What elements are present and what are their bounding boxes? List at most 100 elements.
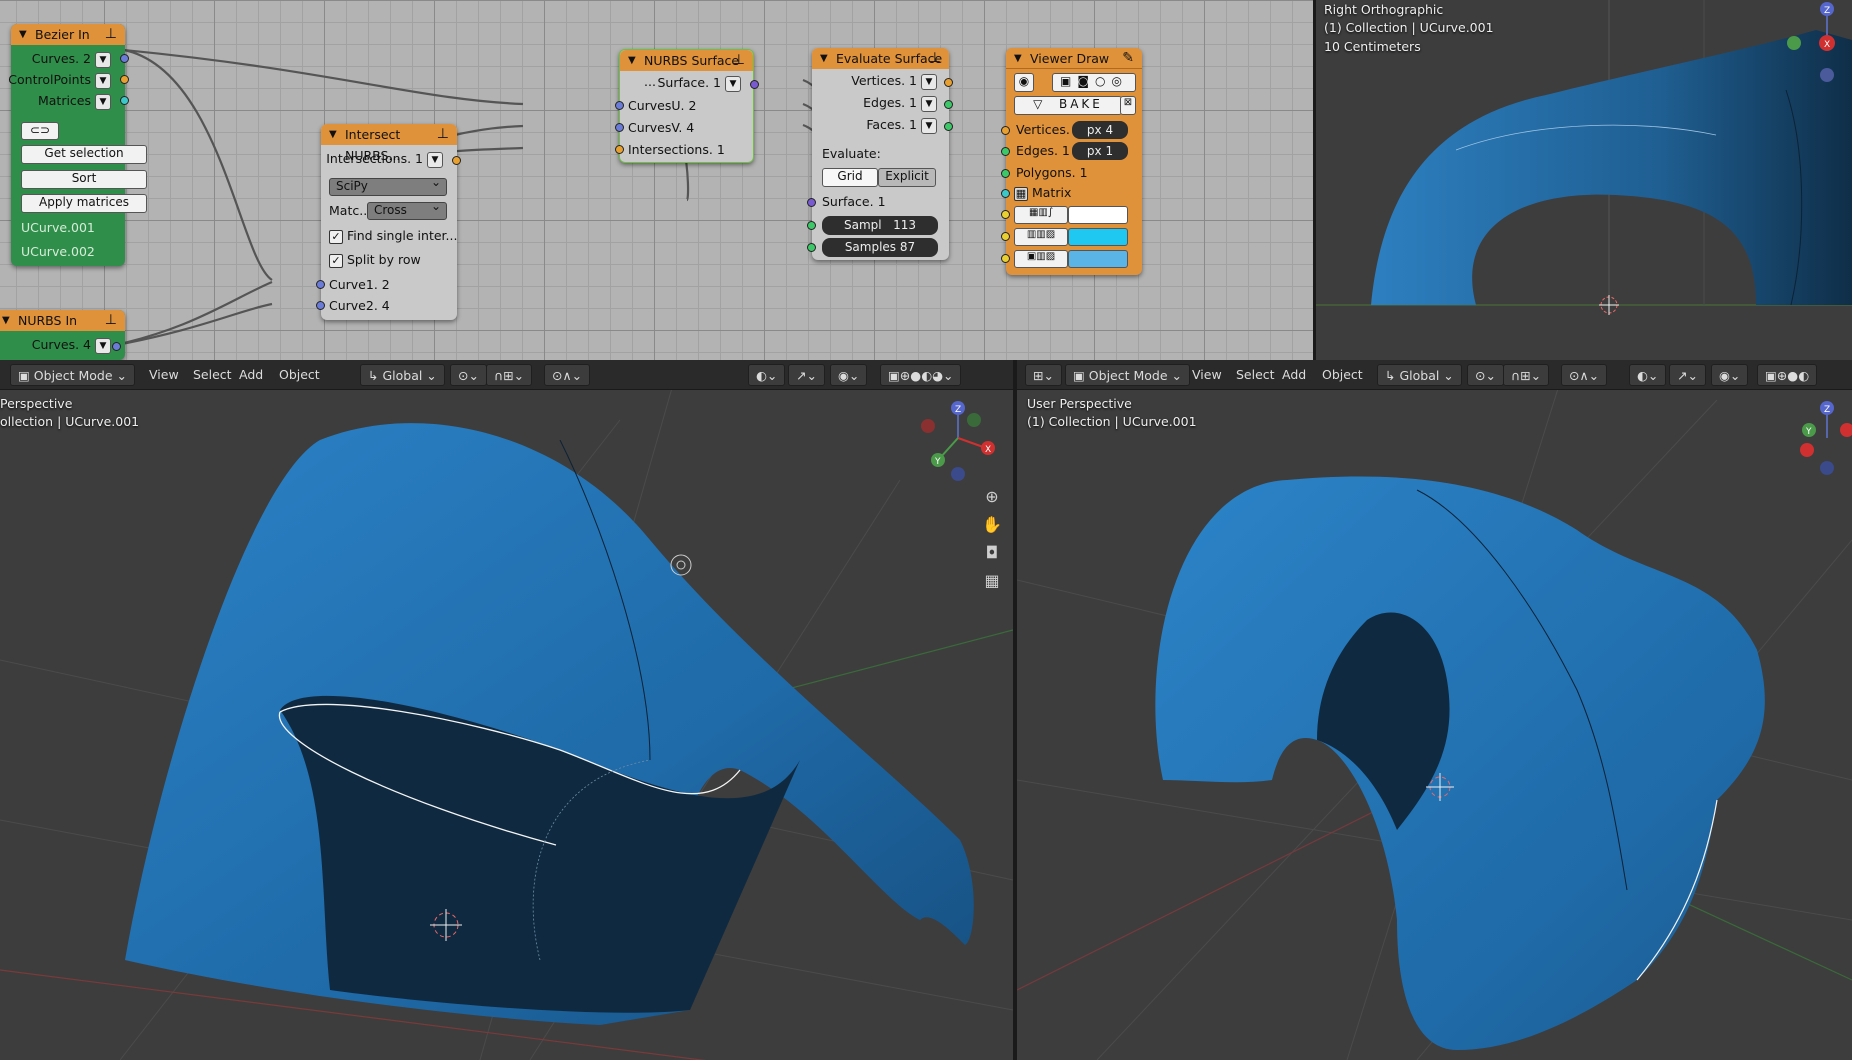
socket[interactable] [807,221,816,230]
pan-hand-icon[interactable]: ✋ [981,515,1003,534]
bake-button[interactable]: ▽ BAKE [1014,96,1122,115]
dropdown-icon[interactable]: ▼ [427,151,443,168]
viewport-right-orthographic[interactable]: Z X Right Orthographic (1) Collection | … [1316,0,1852,360]
pin-icon[interactable]: ⊥ [437,124,449,145]
collapse-arrow-icon[interactable]: ▼ [2,310,10,331]
viewport-user-perspective[interactable]: Z Y ⊞⌄ ▣ Object Mode ⌄ View Select Add O… [1017,360,1852,1060]
snap-icon[interactable]: ∩⊞⌄ [1503,364,1550,386]
display-mode-icons[interactable]: ▣◙○◎ [1052,73,1136,92]
grid-mode-button[interactable]: Grid [822,168,878,187]
intersect-nurbs-node[interactable]: ▼ Intersect NURBS... ⊥ Intersections. 1 ▼ … [316,124,461,320]
menu-add[interactable]: Add [232,364,270,386]
proportional-edit-icon[interactable]: ⊙∧⌄ [544,364,591,386]
socket[interactable] [1001,147,1010,156]
sampl-slider[interactable]: Sampl 113 [822,216,938,235]
get-selection-button[interactable]: Get selection [21,145,147,164]
object-mode-select[interactable]: ▣ Object Mode ⌄ [1065,364,1190,386]
pivot-icon[interactable]: ⊙⌄ [450,364,487,386]
zoom-icon[interactable]: ⊕ [981,487,1003,506]
pivot-icon[interactable]: ⊙⌄ [1467,364,1504,386]
viewport-perspective[interactable]: Z X Y ▣ Object Mode ⌄ View Select Add Ob… [0,360,1013,1060]
socket[interactable] [1001,210,1010,219]
mode-toggle-icon[interactable]: ⊂⊃ [21,122,59,140]
node-header[interactable]: ▼ NURBS In ⊥ [0,310,125,331]
split-by-row-checkbox[interactable]: ✓ Split by row [329,252,421,268]
socket[interactable] [1001,189,1010,198]
socket[interactable] [944,78,953,87]
socket[interactable] [112,342,121,351]
socket[interactable] [1001,254,1010,263]
bezier-in-node[interactable]: ▼ Bezier In ⊥ Curves. 2 ▼ ControlPoints ▼ … [8,24,147,266]
nurbs-surface-node[interactable]: ▼ NURBS Surface ... ⊥ Surface. 1 ▼ CurvesU… [615,49,759,163]
apply-matrices-button[interactable]: Apply matrices [21,194,147,213]
pin-icon[interactable]: ⊥ [733,50,745,71]
socket[interactable] [316,280,325,289]
dropdown-icon[interactable]: ▼ [95,337,111,354]
implementation-select[interactable]: SciPy [329,175,447,196]
vertex-display-icons[interactable]: ▦▥∫ [1014,206,1068,224]
gizmo-icon[interactable]: ↗⌄ [788,364,825,386]
node-header[interactable]: ▼ Bezier In ⊥ [11,24,125,45]
dropdown-icon[interactable]: ▼ [95,51,111,68]
node-header[interactable]: ▼ NURBS Surface ... ⊥ [620,50,753,89]
vertex-color-swatch[interactable] [1068,206,1128,224]
socket[interactable] [807,243,816,252]
shading-modes[interactable]: ▣⊕●◐◕⌄ [880,364,962,386]
explicit-mode-button[interactable]: Explicit [878,168,936,187]
overlay-icon[interactable]: ◉⌄ [1711,364,1749,386]
matching-select[interactable]: Cross [367,199,447,220]
socket[interactable] [807,198,816,207]
dropdown-icon[interactable]: ▼ [921,73,937,90]
socket[interactable] [615,123,624,132]
menu-add[interactable]: Add [1275,364,1313,386]
pin-icon[interactable]: ⊥ [929,48,941,69]
socket[interactable] [120,54,129,63]
menu-select[interactable]: Select [186,364,239,386]
orientation-select[interactable]: ↳ Global ⌄ [1377,364,1462,386]
collapse-arrow-icon[interactable]: ▼ [329,124,337,145]
socket[interactable] [120,75,129,84]
node-editor[interactable]: ▼ Bezier In ⊥ Curves. 2 ▼ ControlPoints ▼ … [0,0,1313,360]
dropdown-icon[interactable]: ▼ [95,93,111,110]
pin-icon[interactable]: ⊥ [105,24,117,45]
list-item[interactable]: UCurve.002 [21,244,95,259]
nurbs-in-node[interactable]: ▼ NURBS In ⊥ Curves. 4 ▼ [0,310,125,360]
pencil-icon[interactable]: ✎ [1122,48,1134,69]
edge-display-icons[interactable]: ▥▥▨ [1014,228,1068,246]
samples-slider[interactable]: Samples 87 [822,238,938,257]
sort-button[interactable]: Sort [21,170,147,189]
socket[interactable] [1001,232,1010,241]
menu-object[interactable]: Object [272,364,327,386]
collapse-arrow-icon[interactable]: ▼ [820,48,828,69]
pin-icon[interactable]: ⊥ [105,310,117,331]
socket[interactable] [615,101,624,110]
socket[interactable] [750,80,759,89]
object-mode-select[interactable]: ▣ Object Mode ⌄ [10,364,135,386]
menu-view[interactable]: View [1185,364,1229,386]
node-header[interactable]: ▼ Viewer Draw ✎ [1006,48,1142,69]
socket[interactable] [452,156,461,165]
dropdown-icon[interactable]: ▼ [921,95,937,112]
node-header[interactable]: ▼ Intersect NURBS... ⊥ [321,124,457,163]
viewer-draw-node[interactable]: ▼ Viewer Draw ✎ ◉ ▣◙○◎ ▽ BAKE ⊠ Vertices. … [1001,48,1142,275]
socket[interactable] [316,301,325,310]
vertex-size-field[interactable]: px 4 [1072,121,1128,139]
eye-icon[interactable]: ◉ [1014,73,1034,92]
socket[interactable] [944,100,953,109]
list-item[interactable]: UCurve.001 [21,220,95,235]
socket[interactable] [615,145,624,154]
socket[interactable] [120,96,129,105]
editor-type-icon[interactable]: ⊞⌄ [1025,364,1062,386]
dropdown-icon[interactable]: ▼ [95,72,111,89]
orientation-select[interactable]: ↳ Global ⌄ [360,364,445,386]
edge-width-field[interactable]: px 1 [1072,142,1128,160]
polygon-display-icons[interactable]: ▣▥▨ [1014,250,1068,268]
camera-icon[interactable]: ◘ [981,543,1003,562]
menu-select[interactable]: Select [1229,364,1282,386]
collapse-arrow-icon[interactable]: ▼ [19,24,27,45]
node-header[interactable]: ▼ Evaluate Surface ⊥ [812,48,949,69]
dropdown-icon[interactable]: ▼ [921,117,937,134]
snap-icon[interactable]: ∩⊞⌄ [486,364,533,386]
gizmo-icon[interactable]: ↗⌄ [1669,364,1706,386]
evaluate-surface-node[interactable]: ▼ Evaluate Surface ⊥ Vertices. 1 ▼ Edges. … [807,48,953,260]
